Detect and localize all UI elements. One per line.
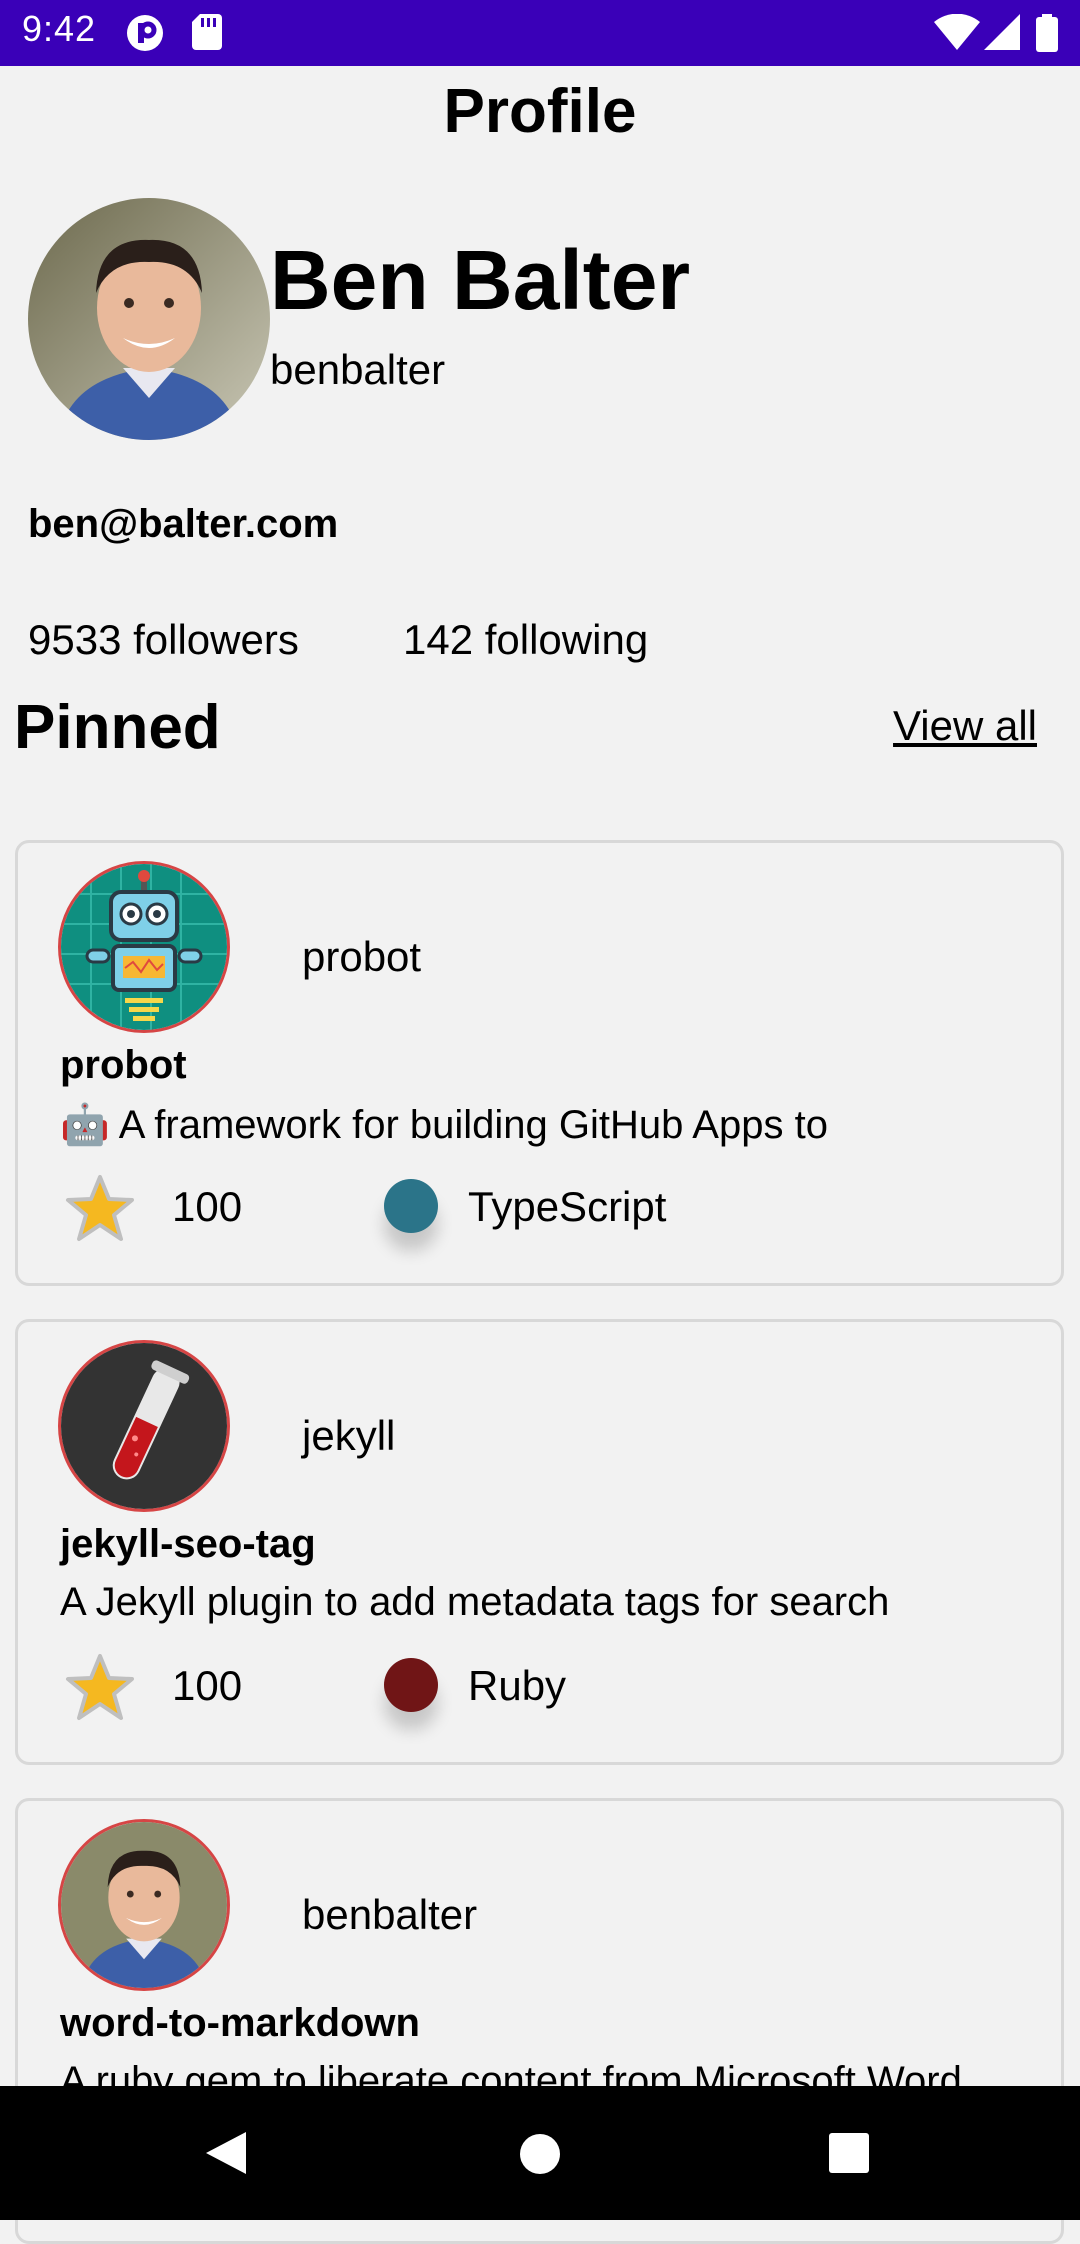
language-color-dot — [384, 1179, 438, 1233]
wifi-icon — [934, 14, 980, 50]
view-all-link[interactable]: View all — [893, 702, 1037, 750]
pinned-repo-card[interactable]: jekyll jekyll-seo-tag A Jekyll plugin to… — [15, 1319, 1064, 1765]
status-time: 9:42 — [22, 8, 97, 49]
robot-icon — [61, 864, 227, 1030]
repo-language: TypeScript — [468, 1183, 667, 1230]
language-color-dot — [384, 1658, 438, 1712]
repo-owner-name: benbalter — [302, 1891, 478, 1938]
repo-owner-name: jekyll — [302, 1412, 396, 1459]
sd-card-icon — [192, 14, 222, 50]
avatar — [28, 198, 270, 440]
repo-name: probot — [60, 1043, 187, 1087]
profile-name: Ben Balter — [270, 233, 691, 327]
test-tube-icon — [61, 1343, 227, 1509]
pinned-repo-card[interactable]: probot probot 🤖 A framework for building… — [15, 840, 1064, 1286]
app-notification-icon — [127, 15, 163, 51]
recents-icon[interactable] — [828, 2132, 870, 2174]
repo-owner-avatar — [58, 1340, 230, 1512]
repo-owner-avatar — [58, 861, 230, 1033]
home-icon[interactable] — [518, 2132, 562, 2176]
repo-name: jekyll-seo-tag — [60, 1522, 316, 1566]
battery-icon — [1036, 14, 1058, 52]
repo-description: A Jekyll plugin to add metadata tags for… — [60, 1580, 890, 1624]
back-icon[interactable] — [200, 2128, 250, 2178]
star-icon — [66, 1654, 134, 1720]
repo-description: 🤖 A framework for building GitHub Apps t… — [60, 1103, 828, 1147]
profile-login: benbalter — [270, 346, 446, 393]
system-nav-bar — [0, 2086, 1080, 2220]
profile-email: ben@balter.com — [28, 502, 339, 546]
repo-star-count: 100 — [172, 1662, 243, 1709]
repo-owner-name: probot — [302, 933, 422, 980]
following-count[interactable]: 142 following — [403, 616, 648, 664]
pinned-heading: Pinned — [14, 693, 221, 762]
star-icon — [66, 1175, 134, 1241]
avatar-photo-icon — [28, 198, 270, 440]
followers-count[interactable]: 9533 followers — [28, 616, 299, 664]
avatar-photo-icon — [61, 1822, 227, 1988]
signal-icon — [984, 14, 1020, 50]
page-title: Profile — [443, 77, 637, 146]
repo-owner-avatar — [58, 1819, 230, 1991]
repo-name: word-to-markdown — [60, 2001, 420, 2045]
repo-language: Ruby — [468, 1662, 567, 1709]
repo-star-count: 100 — [172, 1183, 243, 1230]
status-bar: 9:42 — [0, 0, 1080, 66]
